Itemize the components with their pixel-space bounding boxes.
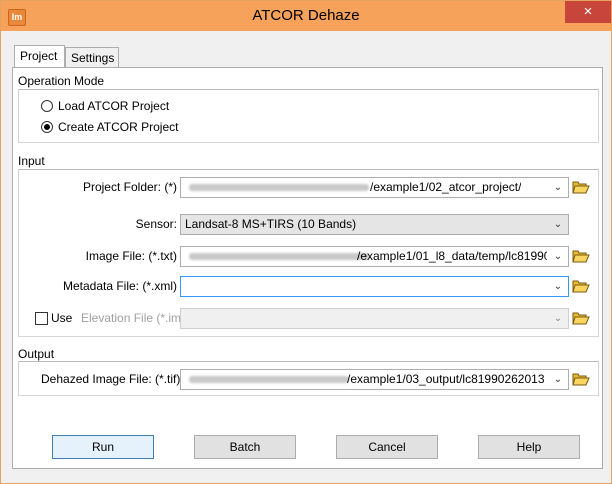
browse-project-folder-button[interactable] — [572, 179, 590, 195]
cancel-button[interactable]: Cancel — [336, 435, 438, 459]
output-title: Output — [18, 347, 55, 361]
open-folder-icon — [572, 312, 590, 325]
browse-output-file-button[interactable] — [572, 371, 590, 387]
chevron-down-icon[interactable]: ⌄ — [552, 310, 564, 327]
elevation-file-label: Elevation File (*.img) — [81, 311, 192, 325]
tab-project[interactable]: Project — [14, 45, 65, 67]
open-folder-icon — [572, 181, 590, 194]
close-icon: × — [583, 3, 593, 20]
use-elevation-label: Use — [51, 311, 73, 325]
radio-label: Load ATCOR Project — [58, 99, 170, 113]
project-folder-value: /example1/02_atcor_project/ — [370, 180, 522, 194]
chevron-down-icon[interactable]: ⌄ — [552, 278, 564, 295]
use-elevation-checkbox[interactable] — [35, 312, 48, 325]
redacted-path — [189, 184, 369, 191]
dehazed-file-value: /example1/03_output/lc81990262013 — [347, 372, 545, 386]
project-folder-combo[interactable]: /example1/02_atcor_project/ ⌄ — [180, 177, 569, 198]
redacted-path — [189, 253, 369, 260]
dehazed-file-label: Dehazed Image File: (*.tif) — [41, 372, 181, 386]
radio-indicator[interactable] — [41, 121, 53, 133]
radio-indicator[interactable] — [41, 100, 53, 112]
chevron-down-icon[interactable]: ⌄ — [552, 179, 564, 196]
metadata-file-label: Metadata File: (*.xml) — [62, 279, 177, 293]
sensor-combo[interactable]: Landsat-8 MS+TIRS (10 Bands) ⌄ — [180, 214, 569, 235]
elevation-file-combo[interactable]: ⌄ — [180, 308, 569, 329]
dehazed-file-combo[interactable]: /example1/03_output/lc81990262013 ⌄ — [180, 369, 569, 390]
metadata-file-combo[interactable]: ⌄ — [180, 276, 569, 297]
window-title: ATCOR Dehaze — [252, 7, 360, 24]
image-file-value: /example1/01_l8_data/temp/lc819902 — [357, 249, 547, 263]
chevron-down-icon[interactable]: ⌄ — [552, 248, 564, 265]
redacted-path — [189, 376, 349, 383]
input-title: Input — [18, 154, 45, 168]
atcor-dehaze-window: Im ATCOR Dehaze × Project Settings Opera… — [0, 0, 612, 484]
radio-label: Create ATCOR Project — [58, 120, 179, 134]
open-folder-icon — [572, 280, 590, 293]
project-folder-label: Project Folder: (*) — [82, 180, 177, 194]
run-button[interactable]: Run — [52, 435, 154, 459]
close-button[interactable]: × — [565, 1, 611, 23]
tab-settings[interactable]: Settings — [65, 47, 119, 67]
open-folder-icon — [572, 250, 590, 263]
sensor-value: Landsat-8 MS+TIRS (10 Bands) — [185, 217, 357, 231]
browse-image-file-button[interactable] — [572, 248, 590, 264]
sensor-label: Sensor: — [135, 217, 177, 231]
batch-button[interactable]: Batch — [194, 435, 296, 459]
help-button[interactable]: Help — [478, 435, 580, 459]
image-file-label: Image File: (*.txt) — [85, 249, 177, 263]
browse-metadata-file-button[interactable] — [572, 278, 590, 294]
title-bar[interactable]: Im ATCOR Dehaze × — [1, 1, 611, 31]
chevron-down-icon[interactable]: ⌄ — [552, 371, 564, 388]
chevron-down-icon[interactable]: ⌄ — [552, 216, 564, 233]
operation-mode-title: Operation Mode — [18, 74, 105, 88]
browse-elevation-file-button[interactable] — [572, 310, 590, 326]
image-file-combo[interactable]: /example1/01_l8_data/temp/lc819902 ⌄ — [180, 246, 569, 267]
open-folder-icon — [572, 373, 590, 386]
